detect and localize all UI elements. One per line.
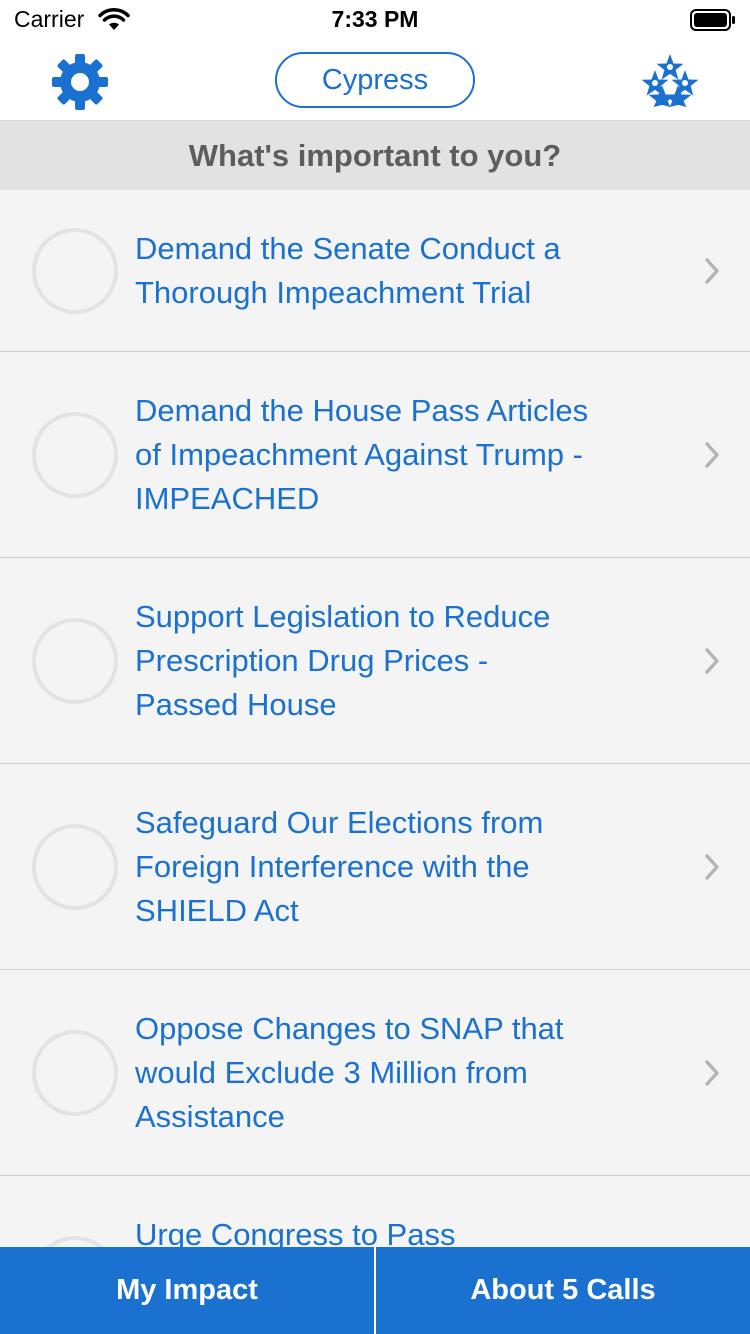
issue-title-line: Oppose Changes to SNAP that [135,1011,564,1046]
nav-bar: Cypress [0,40,750,121]
chevron-right-icon [705,257,719,284]
issue-title-line: Demand the House Pass Articles [135,393,589,428]
status-circle-icon [32,411,118,498]
issue-title-line: Foreign Interference with the [135,849,530,884]
issue-title: Safeguard Our Elections from Foreign Int… [135,801,660,933]
issue-title: Demand the House Pass Articles of Impeac… [135,389,660,521]
chevron-right-icon [705,1059,719,1086]
screen: Carrier 7:33 PM Cypress What's important… [0,0,750,1334]
chevron-right-icon [705,441,719,468]
issue-title: Demand the Senate Conduct a Thorough Imp… [135,227,660,315]
issue-title-line: Prescription Drug Prices - [135,643,489,678]
status-circle-icon [32,823,118,910]
issue-title-line: would Exclude 3 Million from [135,1055,528,1090]
location-button[interactable]: Cypress [275,52,475,108]
issue-title-line: Safeguard Our Elections from [135,805,544,840]
issue-title-line: Passed House [135,687,337,722]
status-time: 7:33 PM [331,6,419,32]
tab-my-impact[interactable]: My Impact [0,1247,374,1334]
chevron-right-icon [705,853,719,880]
chevron-right-icon [705,647,719,674]
issue-title-line: Assistance [135,1099,285,1134]
issue-row[interactable]: Oppose Changes to SNAP that would Exclud… [0,970,750,1176]
issue-title-line: IMPEACHED [135,481,320,516]
issue-title-line: of Impeachment Against Trump - [135,437,583,472]
issue-title: Support Legislation to Reduce Prescripti… [135,595,660,727]
status-circle-icon [32,1029,118,1116]
status-circle-icon [32,227,118,314]
issue-title-line: Demand the Senate Conduct a [135,231,561,266]
issue-title: Oppose Changes to SNAP that would Exclud… [135,1007,660,1139]
issue-row[interactable]: Support Legislation to Reduce Prescripti… [0,558,750,764]
issue-row[interactable]: Safeguard Our Elections from Foreign Int… [0,764,750,970]
battery-icon [690,9,735,31]
stars-icon[interactable] [640,52,700,108]
section-header: What's important to you? [0,121,750,190]
gear-icon[interactable] [52,54,108,110]
status-bar: Carrier 7:33 PM [0,0,750,40]
issue-list: Demand the Senate Conduct a Thorough Imp… [0,190,750,1334]
issue-row[interactable]: Demand the Senate Conduct a Thorough Imp… [0,190,750,352]
issue-title-line: Support Legislation to Reduce [135,599,551,634]
issue-title-line: SHIELD Act [135,893,299,928]
issue-row[interactable]: Demand the House Pass Articles of Impeac… [0,352,750,558]
issue-title-line: Thorough Impeachment Trial [135,275,532,310]
tab-about[interactable]: About 5 Calls [376,1247,750,1334]
tab-bar: My Impact About 5 Calls [0,1247,750,1334]
status-circle-icon [32,617,118,704]
